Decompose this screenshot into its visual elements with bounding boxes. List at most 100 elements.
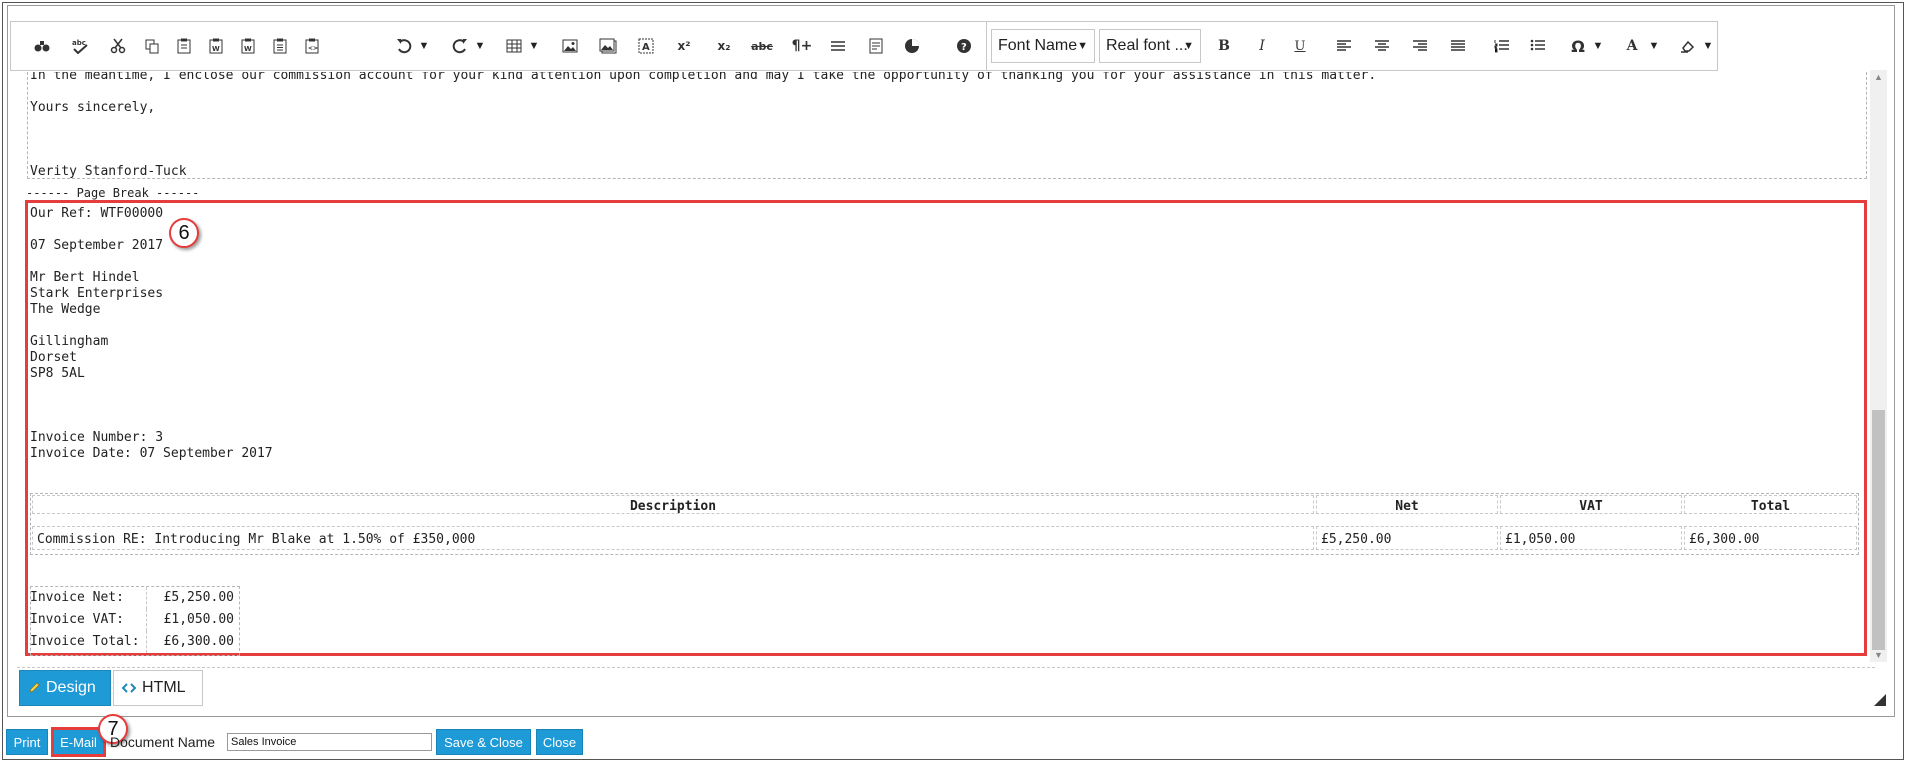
invoice-date: Invoice Date: 07 September 2017	[30, 446, 273, 461]
letter-closing-line: In the meantime, I enclose our commissio…	[30, 72, 1377, 83]
redo-icon[interactable]	[447, 34, 473, 58]
resize-grip-icon[interactable]	[1874, 693, 1886, 706]
totals-label: Invoice VAT:	[30, 612, 124, 627]
image-gallery-icon[interactable]	[595, 34, 621, 58]
paste-text-icon[interactable]	[267, 34, 293, 58]
invoice-number: Invoice Number: 3	[30, 430, 164, 445]
letter-sign-off: Yours sincerely,	[30, 100, 156, 115]
undo-dropdown-icon[interactable]: ▼	[417, 34, 431, 58]
address-line: Gillingham	[30, 334, 109, 349]
totals-label: Invoice Net:	[30, 590, 124, 605]
page-break: ------ Page Break ------	[26, 186, 200, 200]
svg-text:A: A	[642, 42, 650, 53]
svg-text:W: W	[212, 45, 220, 53]
justify-icon[interactable]	[1445, 34, 1471, 58]
save-close-button[interactable]: Save & Close	[436, 729, 531, 755]
font-name-value: Font Name	[998, 37, 1078, 54]
font-color-icon[interactable]: A	[1619, 34, 1645, 58]
editor-toolbar: abc W W <> ▼ ▼ ▼ A x² x₂ abc ¶+ ? Font N…	[10, 21, 1718, 71]
underline-button[interactable]: U	[1287, 34, 1313, 58]
align-center-icon[interactable]	[1369, 34, 1395, 58]
address-line: SP8 5AL	[30, 366, 85, 381]
cut-icon[interactable]	[105, 34, 131, 58]
invoice-letter-date: 07 September 2017	[30, 238, 164, 253]
unordered-list-icon[interactable]	[1525, 34, 1551, 58]
chart-icon[interactable]	[899, 34, 925, 58]
table-header-net: Net	[1316, 495, 1498, 514]
totals-value: £5,250.00	[146, 587, 238, 609]
totals-label: Invoice Total:	[30, 634, 140, 649]
invoice-page	[25, 200, 1867, 656]
paste-icon[interactable]	[171, 34, 197, 58]
chevron-down-icon: ▼	[1183, 40, 1194, 52]
highlight-color-dropdown-icon[interactable]: ▼	[1701, 34, 1715, 58]
callout-6: 6	[169, 218, 199, 248]
our-ref: Our Ref: WTF00000	[30, 206, 164, 221]
totals-value: £6,300.00	[146, 631, 238, 653]
undo-icon[interactable]	[391, 34, 417, 58]
editor-mode-bar: Design HTML	[17, 667, 1875, 707]
letter-signature: Verity Stanford-Tuck	[30, 164, 187, 179]
font-size-select[interactable]: Real font ... ▼	[1099, 29, 1201, 63]
redo-dropdown-icon[interactable]: ▼	[473, 34, 487, 58]
previous-page	[27, 72, 1867, 179]
table-cell-vat: £1,050.00	[1500, 526, 1682, 550]
help-icon[interactable]: ?	[951, 34, 977, 58]
svg-text:?: ?	[961, 42, 967, 53]
highlight-color-icon[interactable]	[1675, 34, 1701, 58]
font-color-dropdown-icon[interactable]: ▼	[1647, 34, 1661, 58]
table-dropdown-icon[interactable]: ▼	[527, 34, 541, 58]
spellcheck-icon[interactable]: abc	[67, 34, 93, 58]
copy-icon[interactable]	[139, 34, 165, 58]
print-button[interactable]: Print	[6, 729, 48, 755]
strikethrough-icon[interactable]: abc	[749, 34, 775, 58]
table-header-total: Total	[1684, 495, 1857, 514]
close-button[interactable]: Close	[536, 729, 583, 755]
scroll-thumb[interactable]	[1872, 410, 1885, 650]
horizontal-rule-icon[interactable]	[825, 34, 851, 58]
table-cell-description: Commission RE: Introducing Mr Blake at 1…	[32, 526, 1314, 550]
totals-value: £1,050.00	[146, 609, 238, 631]
font-size-value: Real font ...	[1106, 37, 1188, 54]
document-name-label: Document Name	[110, 734, 216, 750]
tab-html[interactable]: HTML	[113, 670, 203, 706]
italic-button[interactable]: I	[1249, 34, 1275, 58]
scroll-up-icon[interactable]: ▲	[1870, 70, 1887, 84]
editor-content[interactable]: In the meantime, I enclose our commissio…	[20, 72, 1878, 662]
paste-word-clean-icon[interactable]: W	[235, 34, 261, 58]
table-cell-net: £5,250.00	[1316, 526, 1498, 550]
address-line: Dorset	[30, 350, 77, 365]
svg-text:abc: abc	[72, 39, 86, 47]
chevron-down-icon: ▼	[1077, 40, 1088, 52]
address-line: Stark Enterprises	[30, 286, 164, 301]
form-icon[interactable]	[863, 34, 889, 58]
document-name-input[interactable]	[227, 733, 432, 751]
table-icon[interactable]	[501, 34, 527, 58]
code-icon	[122, 682, 136, 694]
tab-design[interactable]: Design	[19, 670, 111, 706]
paste-html-icon[interactable]: <>	[299, 34, 325, 58]
address-line: The Wedge	[30, 302, 101, 317]
superscript-icon[interactable]: x²	[671, 34, 697, 58]
scroll-down-icon[interactable]: ▼	[1870, 648, 1887, 662]
bold-button[interactable]: B	[1211, 34, 1237, 58]
image-icon[interactable]	[557, 34, 583, 58]
tab-html-label: HTML	[142, 679, 186, 696]
special-character-icon[interactable]: Ω	[1565, 34, 1591, 58]
ordered-list-icon[interactable]	[1489, 34, 1515, 58]
find-icon[interactable]	[29, 34, 55, 58]
font-name-select[interactable]: Font Name ▼	[991, 29, 1095, 63]
text-box-icon[interactable]: A	[633, 34, 659, 58]
toolbar-separator	[986, 22, 987, 70]
special-character-dropdown-icon[interactable]: ▼	[1591, 34, 1605, 58]
table-header-description: Description	[32, 495, 1314, 514]
svg-text:<>: <>	[308, 45, 318, 52]
paragraph-icon[interactable]: ¶+	[789, 34, 815, 58]
email-button[interactable]: E-Mail	[51, 727, 106, 757]
align-right-icon[interactable]	[1407, 34, 1433, 58]
align-left-icon[interactable]	[1331, 34, 1357, 58]
paste-word-icon[interactable]: W	[203, 34, 229, 58]
vertical-scrollbar[interactable]: ▲ ▼	[1870, 70, 1887, 662]
subscript-icon[interactable]: x₂	[711, 34, 737, 58]
table-header-vat: VAT	[1500, 495, 1682, 514]
